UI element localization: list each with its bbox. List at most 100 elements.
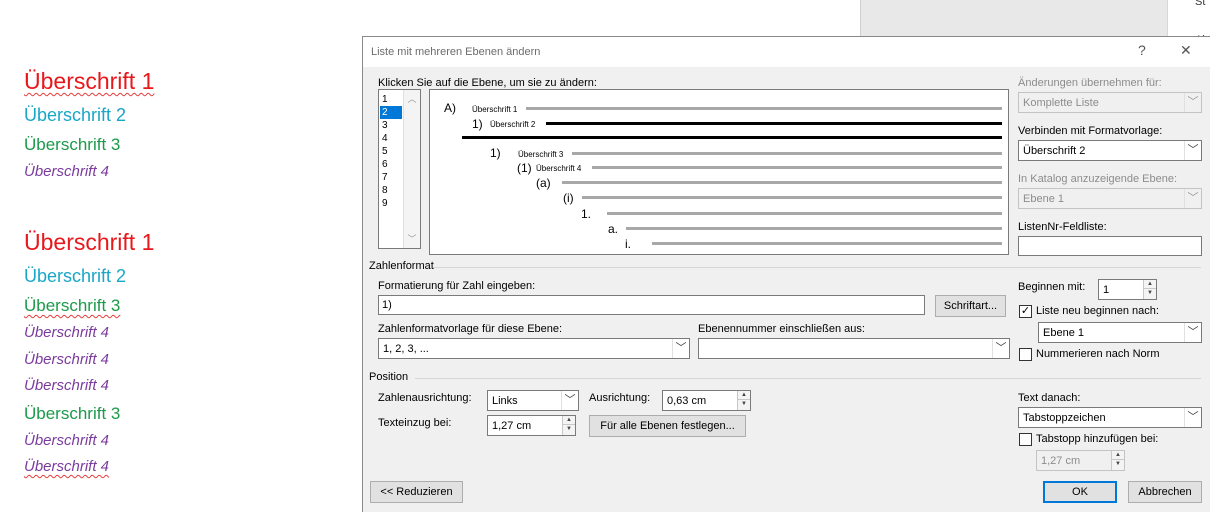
preview-line — [572, 152, 1002, 155]
spin-up-icon[interactable]: ▲ — [738, 391, 750, 400]
restart-level-dropdown[interactable]: Ebene 1 ﹀ — [1038, 322, 1202, 343]
level-item[interactable]: 5 — [380, 145, 402, 158]
preview-line — [562, 181, 1002, 184]
doc-heading-3[interactable]: Überschrift 3 — [24, 404, 120, 424]
preview-number: 1. — [581, 207, 592, 221]
font-button[interactable]: Schriftart... — [935, 295, 1006, 317]
dialog-title: Liste mit mehreren Ebenen ändern — [371, 46, 541, 58]
help-icon[interactable]: ? — [1138, 42, 1146, 58]
doc-heading-4[interactable]: Überschrift 4 — [24, 377, 109, 394]
include-level-dropdown[interactable]: ﹀ — [698, 338, 1010, 359]
preview-number: (i) — [563, 191, 574, 205]
cancel-button[interactable]: Abbrechen — [1128, 481, 1202, 503]
number-format-input[interactable]: 1) — [378, 295, 925, 315]
include-level-label: Ebenennummer einschließen aus: — [698, 323, 865, 335]
chevron-down-icon[interactable]: ﹀ — [1184, 323, 1201, 342]
number-style-dropdown[interactable]: 1, 2, 3, ... ﹀ — [378, 338, 690, 359]
preview-line-active — [462, 136, 1002, 139]
dialog-titlebar[interactable]: Liste mit mehreren Ebenen ändern ? ✕ — [363, 37, 1210, 67]
level-scrollbar[interactable]: ︿ ﹀ — [403, 90, 420, 248]
restart-checkbox[interactable]: ✓ — [1019, 305, 1032, 318]
chevron-down-icon[interactable]: ﹀ — [561, 391, 578, 410]
legal-numbering-checkbox[interactable] — [1019, 348, 1032, 361]
doc-heading-3[interactable]: Überschrift 3 — [24, 135, 120, 155]
alignment-dropdown[interactable]: Links ﹀ — [487, 390, 579, 411]
spin-up-icon[interactable]: ▲ — [1112, 451, 1124, 460]
level-listbox[interactable]: 1 2 3 4 5 6 7 8 9 ︿ ﹀ — [378, 89, 421, 249]
apply-to-label: Änderungen übernehmen für: — [1018, 77, 1162, 89]
gallery-level-label: In Katalog anzuzeigende Ebene: — [1018, 173, 1178, 185]
doc-heading-2[interactable]: Überschrift 2 — [24, 266, 126, 287]
link-style-dropdown[interactable]: Überschrift 2 ﹀ — [1018, 140, 1202, 161]
spin-down-icon[interactable]: ▼ — [563, 425, 575, 434]
scroll-down-icon[interactable]: ﹀ — [404, 232, 420, 245]
add-tab-value: 1,27 cm — [1041, 455, 1081, 467]
aligned-at-spinner[interactable]: 0,63 cm ▲ ▼ — [662, 390, 751, 411]
spinner-arrows[interactable]: ▲ ▼ — [737, 391, 750, 410]
doc-heading-4[interactable]: Überschrift 4 — [24, 458, 109, 475]
gallery-level-dropdown[interactable]: Ebene 1 ﹀ — [1018, 188, 1202, 209]
add-tab-checkbox[interactable] — [1019, 433, 1032, 446]
add-tab-label: Tabstopp hinzufügen bei: — [1036, 433, 1159, 445]
list-preview: A) Überschrift 1 1) Überschrift 2 1) Übe… — [429, 89, 1009, 255]
preview-line-active — [546, 122, 1002, 125]
level-item-selected[interactable]: 2 — [380, 106, 402, 119]
indent-value: 1,27 cm — [492, 420, 532, 432]
follow-number-label: Text danach: — [1018, 392, 1081, 404]
spin-down-icon[interactable]: ▼ — [1144, 289, 1156, 298]
doc-heading-1[interactable]: Überschrift 1 — [24, 68, 154, 95]
spin-down-icon[interactable]: ▼ — [1112, 460, 1124, 469]
add-tab-spinner[interactable]: 1,27 cm ▲ ▼ — [1036, 450, 1125, 471]
preview-number: (a) — [536, 176, 551, 190]
doc-heading-4[interactable]: Überschrift 4 — [24, 324, 109, 341]
start-at-spinner[interactable]: 1 ▲ ▼ — [1098, 279, 1157, 300]
doc-heading-2[interactable]: Überschrift 2 — [24, 105, 126, 126]
chevron-down-icon[interactable]: ﹀ — [672, 339, 689, 358]
ok-button[interactable]: OK — [1043, 481, 1117, 503]
preview-line — [652, 242, 1002, 245]
follow-number-value: Tabstoppzeichen — [1023, 412, 1106, 424]
follow-number-dropdown[interactable]: Tabstoppzeichen ﹀ — [1018, 407, 1202, 428]
spinner-arrows[interactable]: ▲ ▼ — [1143, 280, 1156, 299]
indent-spinner[interactable]: 1,27 cm ▲ ▼ — [487, 415, 576, 436]
less-button[interactable]: << Reduzieren — [370, 481, 463, 503]
spin-up-icon[interactable]: ▲ — [1144, 280, 1156, 289]
chevron-down-icon[interactable]: ﹀ — [992, 339, 1009, 358]
preview-line — [526, 107, 1002, 110]
chevron-down-icon[interactable]: ﹀ — [1184, 141, 1201, 160]
spinner-arrows[interactable]: ▲ ▼ — [562, 416, 575, 435]
multilevel-list-dialog: Liste mit mehreren Ebenen ändern ? ✕ Kli… — [362, 36, 1210, 512]
level-item[interactable]: 9 — [380, 197, 402, 210]
doc-heading-4[interactable]: Überschrift 4 — [24, 163, 109, 180]
spin-down-icon[interactable]: ▼ — [738, 400, 750, 409]
doc-heading-4[interactable]: Überschrift 4 — [24, 351, 109, 368]
background-text-fragment: St — [1195, 0, 1206, 8]
level-item[interactable]: 1 — [380, 93, 402, 106]
level-item[interactable]: 6 — [380, 158, 402, 171]
spinner-arrows[interactable]: ▲ ▼ — [1111, 451, 1124, 470]
level-item[interactable]: 7 — [380, 171, 402, 184]
apply-to-dropdown[interactable]: Komplette Liste ﹀ — [1018, 92, 1202, 113]
number-style-label: Zahlenformatvorlage für diese Ebene: — [378, 323, 563, 335]
doc-heading-1[interactable]: Überschrift 1 — [24, 229, 154, 256]
format-label: Formatierung für Zahl eingeben: — [378, 280, 536, 292]
scroll-up-icon[interactable]: ︿ — [404, 92, 420, 105]
listnum-field[interactable] — [1018, 236, 1202, 256]
start-at-label: Beginnen mit: — [1018, 281, 1086, 293]
chevron-down-icon[interactable]: ﹀ — [1184, 408, 1201, 427]
set-all-levels-button[interactable]: Für alle Ebenen festlegen... — [589, 415, 746, 437]
section-divider — [433, 267, 1201, 268]
preview-number: 1) — [490, 146, 501, 160]
close-icon[interactable]: ✕ — [1180, 42, 1192, 59]
chevron-down-icon[interactable]: ﹀ — [1184, 189, 1201, 208]
start-at-value: 1 — [1103, 284, 1110, 296]
doc-heading-3[interactable]: Überschrift 3 — [24, 296, 120, 316]
chevron-down-icon[interactable]: ﹀ — [1184, 93, 1201, 112]
preview-number: 1) — [472, 117, 483, 131]
level-item[interactable]: 8 — [380, 184, 402, 197]
doc-heading-4[interactable]: Überschrift 4 — [24, 432, 109, 449]
preview-number: (1) — [517, 161, 532, 175]
level-item[interactable]: 4 — [380, 132, 402, 145]
spin-up-icon[interactable]: ▲ — [563, 416, 575, 425]
level-item[interactable]: 3 — [380, 119, 402, 132]
